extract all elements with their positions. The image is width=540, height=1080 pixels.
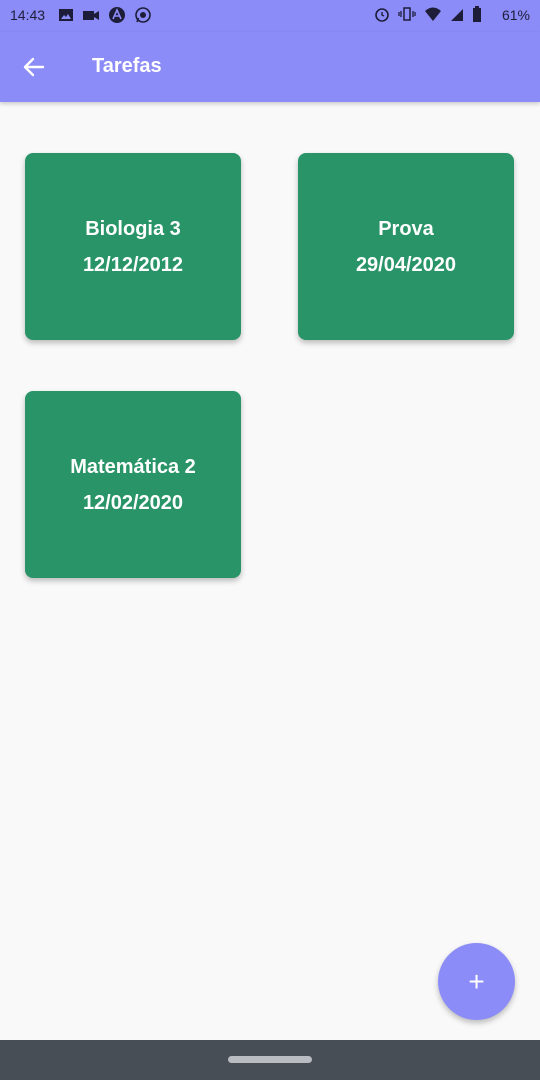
home-gesture-pill[interactable] <box>228 1056 312 1063</box>
whatsapp-icon <box>135 7 151 23</box>
status-right-icons <box>374 6 482 22</box>
image-icon <box>59 9 73 21</box>
task-date: 12/12/2012 <box>82 253 184 276</box>
alarm-icon <box>375 8 389 22</box>
status-time: 14:43 <box>10 7 46 23</box>
task-name: Prova <box>378 217 434 240</box>
add-task-button[interactable]: + <box>438 943 515 1020</box>
task-date: 12/02/2020 <box>82 491 184 514</box>
task-card[interactable]: Prova 29/04/2020 <box>298 153 514 340</box>
arrow-back-icon <box>23 57 45 77</box>
battery-icon <box>473 6 481 22</box>
plus-icon: + <box>468 965 485 997</box>
signal-icon <box>451 9 463 21</box>
task-grid: Biologia 3 12/12/2012 Prova 29/04/2020 M… <box>0 102 540 1040</box>
page-title: Tarefas <box>92 55 162 77</box>
status-bar: 14:43 61% <box>0 0 540 32</box>
back-button[interactable] <box>14 47 54 87</box>
battery-percent: 61% <box>501 7 530 23</box>
app-icon <box>109 7 125 23</box>
task-card[interactable]: Biologia 3 12/12/2012 <box>25 153 241 340</box>
system-nav-bar <box>0 1040 540 1080</box>
task-date: 29/04/2020 <box>355 253 457 276</box>
task-name: Biologia 3 <box>85 217 181 240</box>
vibrate-icon <box>398 7 416 21</box>
app-bar: Tarefas <box>0 32 540 102</box>
task-name: Matemática 2 <box>70 455 196 478</box>
wifi-icon <box>425 7 441 21</box>
video-icon <box>83 11 99 20</box>
status-left-icons <box>58 6 152 24</box>
task-card[interactable]: Matemática 2 12/02/2020 <box>25 391 241 578</box>
